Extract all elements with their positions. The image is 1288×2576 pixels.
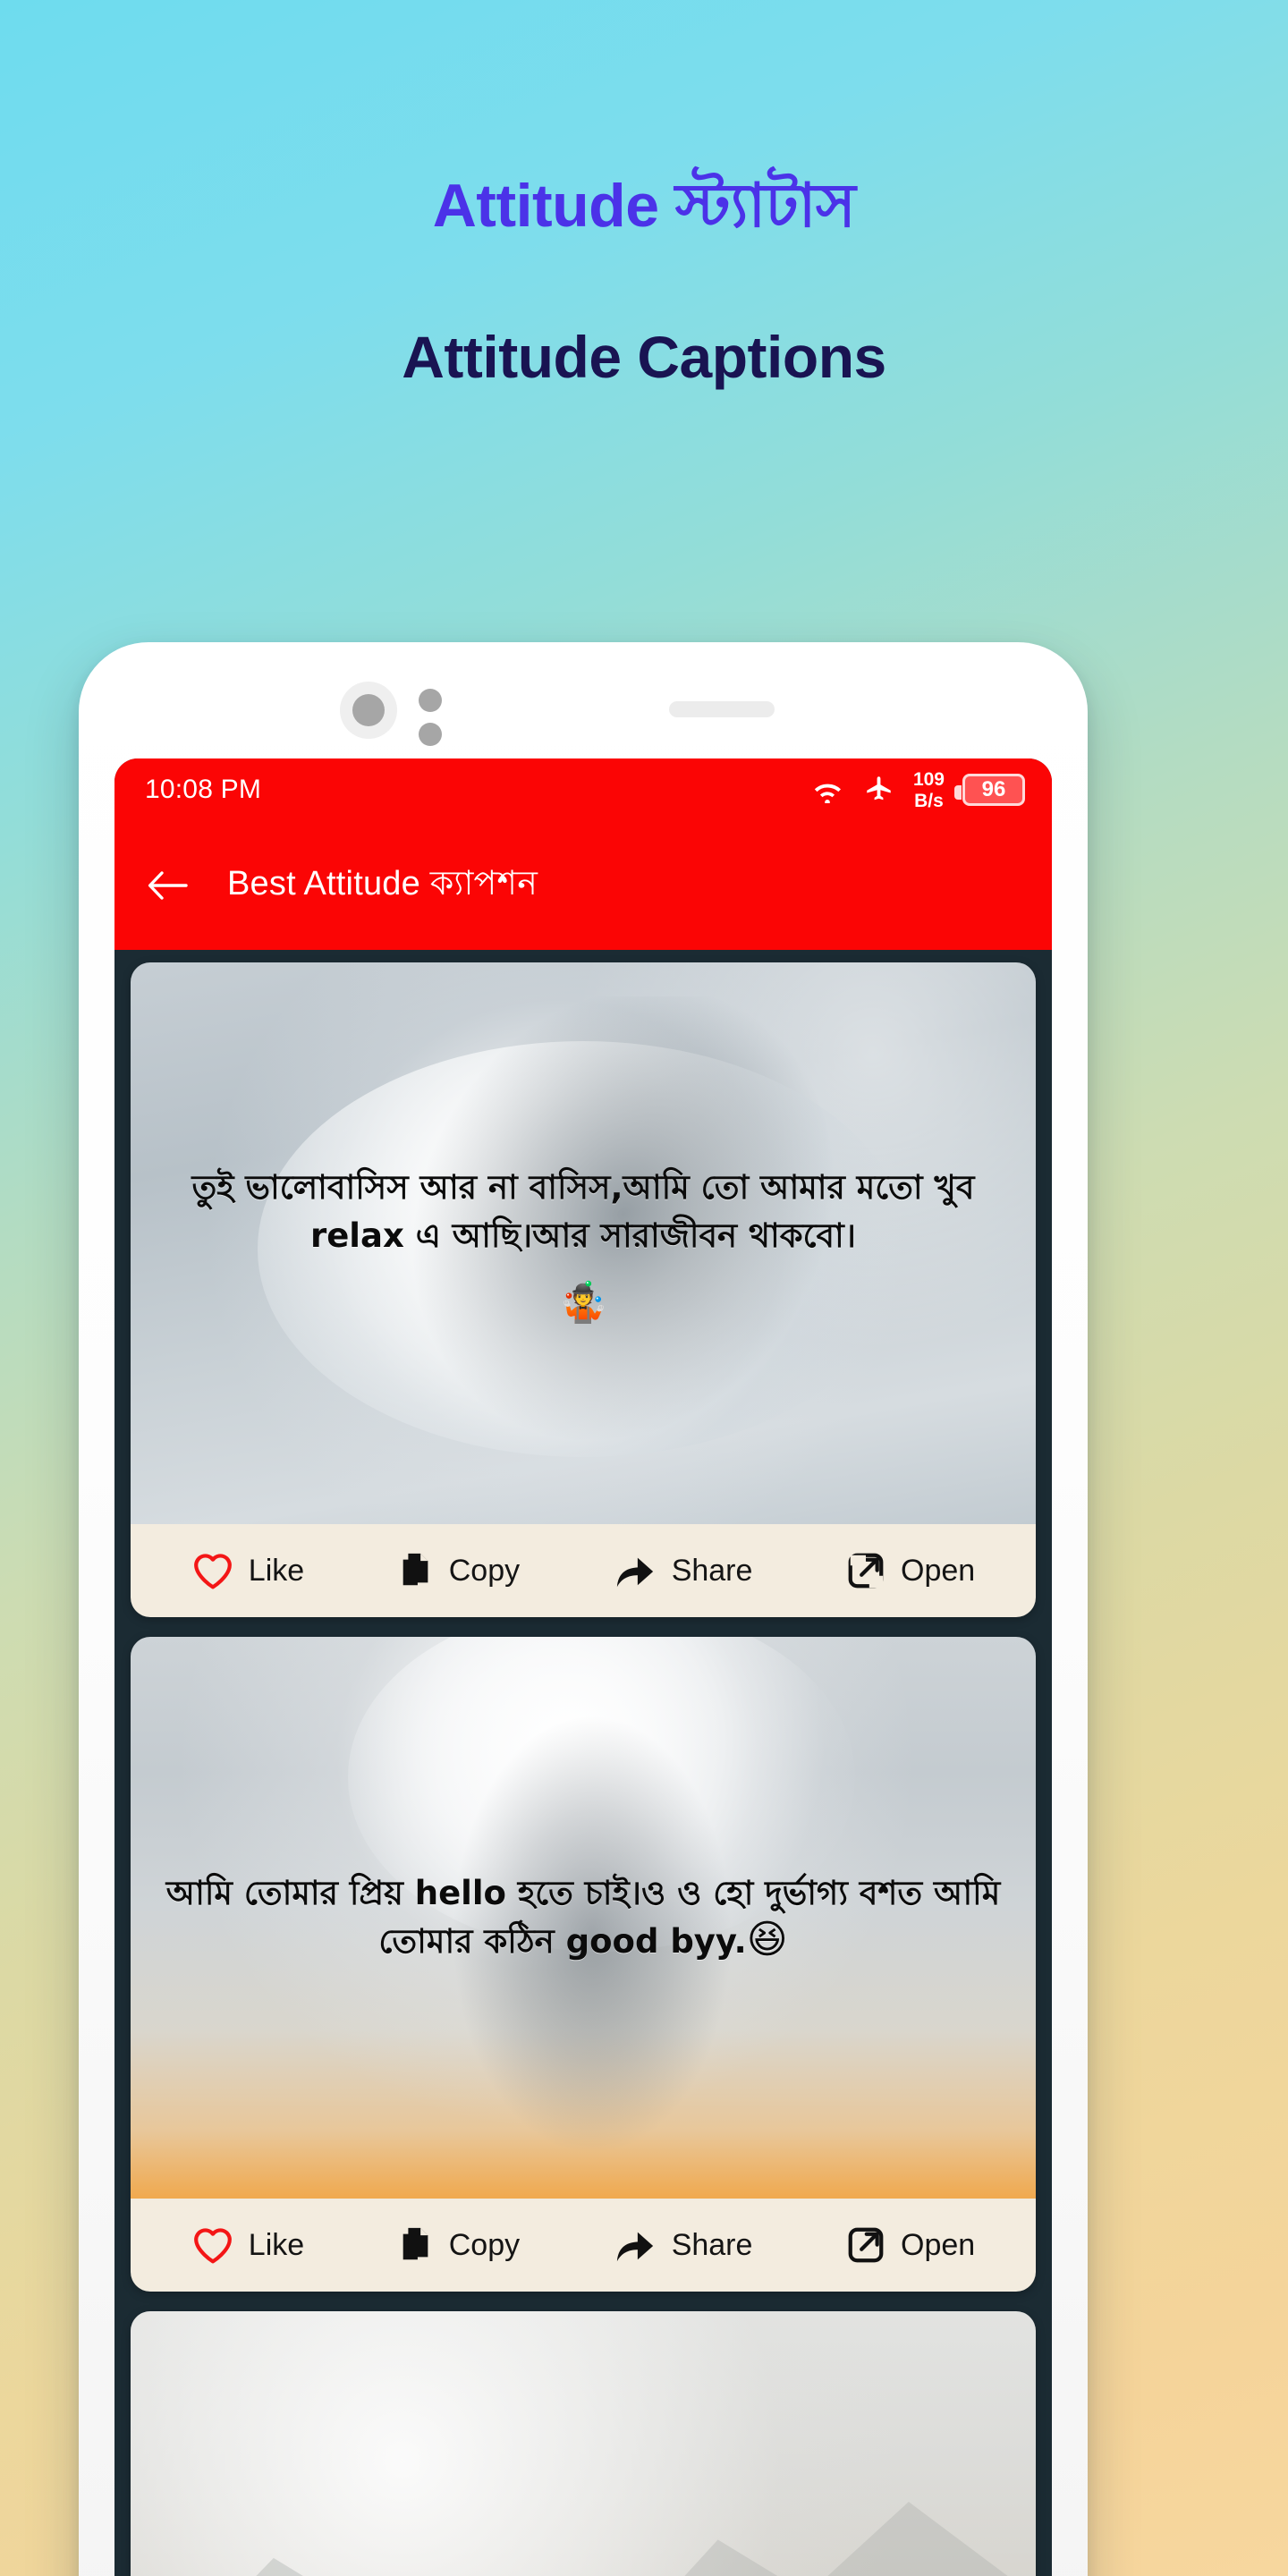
app-bar-title: Best Attitude ক্যাপশন bbox=[227, 865, 538, 902]
share-label: Share bbox=[671, 2227, 753, 2262]
open-button[interactable]: Open bbox=[845, 1550, 975, 1591]
like-button[interactable]: Like bbox=[191, 2225, 304, 2265]
heart-icon bbox=[193, 2228, 232, 2264]
sensor-dot-icon bbox=[419, 723, 442, 746]
quote-artwork: তুই ভালোবাসিস আর না বাসিস,আমি তো আমার মত… bbox=[131, 962, 1036, 1524]
share-button[interactable]: Share bbox=[613, 2224, 753, 2266]
like-label: Like bbox=[248, 2227, 305, 2262]
heart-icon bbox=[193, 1554, 232, 1589]
copy-button[interactable]: Copy bbox=[397, 1550, 520, 1591]
phone-mockup-frame: 10:08 PM 109 B/s 96 Best Attitude ক্যাপশ… bbox=[79, 642, 1088, 2576]
camera-icon bbox=[352, 694, 385, 726]
status-clock: 10:08 PM bbox=[145, 775, 262, 804]
phone-top-bezel bbox=[97, 642, 1070, 758]
share-arrow-icon bbox=[616, 1557, 653, 1588]
quote-feed[interactable]: তুই ভালোবাসিস আর না বাসিস,আমি তো আমার মত… bbox=[114, 950, 1052, 2576]
network-speed-indicator: 109 B/s bbox=[913, 770, 945, 810]
copy-document-icon bbox=[402, 1553, 428, 1586]
quote-artwork bbox=[131, 2311, 1036, 2576]
promo-headline-line-1: Attitude স্ট্যাটাস bbox=[0, 175, 1288, 237]
open-button[interactable]: Open bbox=[845, 2224, 975, 2266]
wifi-icon bbox=[814, 784, 841, 803]
like-label: Like bbox=[248, 1553, 305, 1588]
open-label: Open bbox=[901, 1553, 976, 1588]
share-button[interactable]: Share bbox=[613, 1550, 753, 1591]
quote-emoji: 😆 bbox=[746, 1917, 788, 1962]
back-arrow-icon[interactable] bbox=[145, 868, 191, 903]
quote-text: আমি তোমার প্রিয় hello হতে চাই।ও ও হো দু… bbox=[157, 1869, 1008, 1966]
share-label: Share bbox=[671, 1553, 753, 1588]
sensor-dot-icon bbox=[419, 689, 442, 712]
copy-label: Copy bbox=[448, 1553, 521, 1588]
airplane-mode-icon bbox=[867, 776, 891, 801]
card-action-bar: Like Copy Share Open bbox=[131, 2199, 1036, 2292]
quote-card[interactable] bbox=[131, 2311, 1036, 2576]
open-label: Open bbox=[901, 2227, 976, 2262]
like-button[interactable]: Like bbox=[191, 1551, 304, 1590]
network-speed-value: 109 bbox=[912, 768, 945, 790]
promo-headline-line-2: Attitude Captions bbox=[402, 324, 886, 390]
card-action-bar: Like Copy Share Open bbox=[131, 1524, 1036, 1617]
quote-text-body: আমি তোমার প্রিয় hello হতে চাই।ও ও হো দু… bbox=[165, 1873, 1001, 1961]
promo-headline-en: Attitude bbox=[432, 172, 675, 240]
earpiece-speaker bbox=[669, 701, 775, 717]
share-arrow-icon bbox=[616, 2232, 653, 2262]
status-icons: 109 B/s 96 bbox=[809, 770, 1025, 810]
quote-text: তুই ভালোবাসিস আর না বাসিস,আমি তো আমার মত… bbox=[191, 1167, 975, 1255]
battery-level-text: 96 bbox=[981, 777, 1006, 801]
promo-stage: Attitude স্ট্যাটাস Attitude Captions 10:… bbox=[0, 0, 1288, 2576]
app-bar: Best Attitude ক্যাপশন bbox=[114, 821, 1052, 950]
battery-icon: 96 bbox=[954, 774, 1025, 806]
quote-artwork: আমি তোমার প্রিয় hello হতে চাই।ও ও হো দু… bbox=[131, 1637, 1036, 2199]
phone-screen: 10:08 PM 109 B/s 96 Best Attitude ক্যাপশ… bbox=[114, 758, 1052, 2576]
quote-card[interactable]: তুই ভালোবাসিস আর না বাসিস,আমি তো আমার মত… bbox=[131, 962, 1036, 1617]
copy-label: Copy bbox=[448, 2227, 521, 2262]
promo-headline-bn: স্ট্যাটাস bbox=[674, 171, 856, 242]
open-external-icon bbox=[848, 1553, 884, 1589]
open-external-icon bbox=[848, 2227, 884, 2263]
quote-card[interactable]: আমি তোমার প্রিয় hello হতে চাই।ও ও হো দু… bbox=[131, 1637, 1036, 2292]
quote-emoji: 🤹 bbox=[558, 1281, 608, 1326]
status-bar: 10:08 PM 109 B/s 96 bbox=[114, 758, 1052, 821]
network-speed-unit: B/s bbox=[914, 790, 944, 811]
copy-document-icon bbox=[402, 2227, 428, 2260]
copy-button[interactable]: Copy bbox=[397, 2224, 520, 2266]
